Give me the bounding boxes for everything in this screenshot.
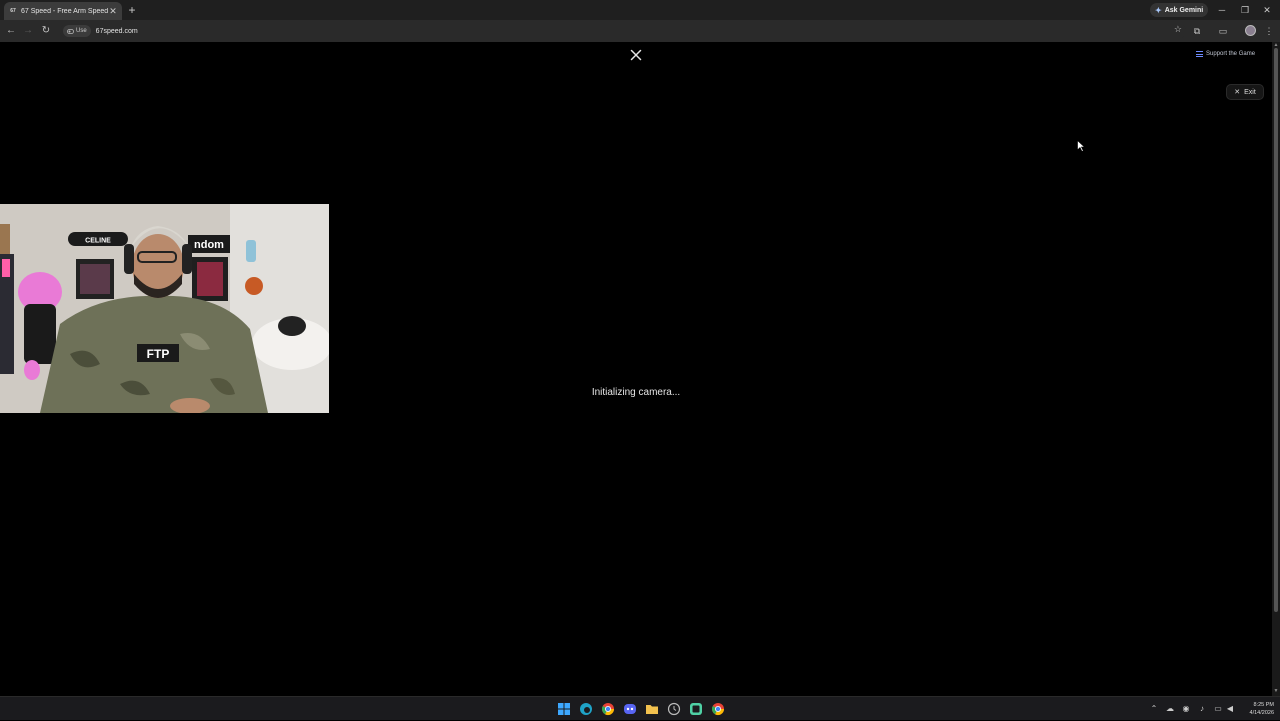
- mouse-cursor-icon: [1077, 140, 1085, 152]
- site-info-chip[interactable]: Use: [63, 25, 91, 37]
- exit-label: Exit: [1244, 88, 1256, 96]
- scroll-down-icon[interactable]: ▼: [1273, 688, 1279, 694]
- side-panel-icon[interactable]: ▭: [1216, 24, 1230, 38]
- site-chip-label: Use: [76, 28, 87, 34]
- tray-app-icon[interactable]: ◉: [1181, 704, 1191, 713]
- exit-button[interactable]: ✕ Exit: [1226, 84, 1264, 100]
- webcam-frame-image: CELINE ndom FTP: [0, 204, 329, 413]
- network-icon[interactable]: ▭: [1213, 704, 1223, 713]
- system-clock[interactable]: 8:25 PM 4/14/2026: [1240, 701, 1274, 717]
- scrollbar-thumb[interactable]: [1274, 48, 1278, 612]
- webcam-sign-right: ndom: [194, 239, 224, 251]
- page-scrollbar[interactable]: ▲ ▼: [1272, 42, 1280, 696]
- terminal-app-icon[interactable]: [689, 702, 703, 716]
- new-tab-button[interactable]: +: [126, 3, 138, 17]
- microphone-icon[interactable]: ♪: [1197, 704, 1207, 713]
- webcam-sign-left: CELINE: [85, 238, 111, 245]
- extensions-puzzle-icon[interactable]: ⧉: [1190, 24, 1204, 38]
- file-explorer-icon[interactable]: [645, 702, 659, 716]
- clock-time: 8:25 PM: [1253, 702, 1274, 708]
- camera-status-text: Initializing camera...: [591, 387, 681, 398]
- tab-favicon-icon: 67: [10, 8, 16, 14]
- ask-gemini-button[interactable]: ✦ Ask Gemini: [1150, 3, 1209, 17]
- x-logo-icon[interactable]: [630, 49, 642, 61]
- volume-icon[interactable]: ◀: [1225, 704, 1235, 713]
- restore-window-icon[interactable]: ❐: [1238, 3, 1252, 17]
- forward-arrow-icon[interactable]: →: [21, 24, 35, 38]
- gemini-spark-icon: ✦: [1155, 5, 1162, 15]
- support-the-game-link[interactable]: Support the Game: [1196, 51, 1255, 57]
- chrome-active-icon[interactable]: [711, 702, 725, 716]
- reload-icon[interactable]: ↻: [39, 24, 53, 38]
- clock-app-icon[interactable]: [667, 702, 681, 716]
- address-bar[interactable]: Use 67speed.com ☆: [60, 23, 1186, 39]
- clock-date: 4/14/2026: [1249, 710, 1274, 716]
- close-window-icon[interactable]: ✕: [1260, 3, 1274, 17]
- windows-start-icon[interactable]: [557, 702, 571, 716]
- browser-toolbar: ← → ↻ Use 67speed.com ☆ ⧉ ▭ ⋮: [0, 20, 1280, 42]
- ask-gemini-label: Ask Gemini: [1164, 6, 1204, 14]
- menu-kebab-icon[interactable]: ⋮: [1262, 24, 1276, 38]
- webcam-shirt-text: FTP: [147, 347, 170, 361]
- bookmark-star-icon[interactable]: ☆: [1174, 24, 1182, 35]
- chrome-browser-icon[interactable]: [601, 702, 615, 716]
- tray-overflow-chevron-icon[interactable]: ⌃: [1149, 704, 1159, 713]
- game-page: Support the Game ✕ Exit CELINE ndom FTP …: [0, 42, 1272, 696]
- back-arrow-icon[interactable]: ←: [4, 24, 18, 38]
- windows-taskbar: ⌃ ☁ ◉ ♪ ▭ ◀ 8:25 PM 4/14/2026: [0, 696, 1280, 720]
- support-icon: [1196, 51, 1203, 57]
- close-icon: ✕: [1234, 89, 1241, 96]
- discord-icon[interactable]: [623, 702, 637, 716]
- onedrive-cloud-icon[interactable]: ☁: [1165, 704, 1175, 713]
- support-label: Support the Game: [1206, 51, 1256, 57]
- url-text[interactable]: 67speed.com: [96, 28, 138, 35]
- tab-strip: 67 67 Speed - Free Arm Speed Ch... ✕ + ✦…: [0, 0, 1280, 20]
- edge-browser-icon[interactable]: [579, 702, 593, 716]
- tab-title: 67 Speed - Free Arm Speed Ch...: [21, 7, 108, 15]
- minimize-window-icon[interactable]: ─: [1215, 3, 1229, 17]
- webcam-preview: CELINE ndom FTP: [0, 204, 329, 413]
- browser-tab[interactable]: 67 67 Speed - Free Arm Speed Ch... ✕: [4, 2, 122, 20]
- site-info-icon: [67, 28, 74, 34]
- tab-close-icon[interactable]: ✕: [108, 6, 118, 17]
- profile-avatar[interactable]: [1245, 25, 1256, 36]
